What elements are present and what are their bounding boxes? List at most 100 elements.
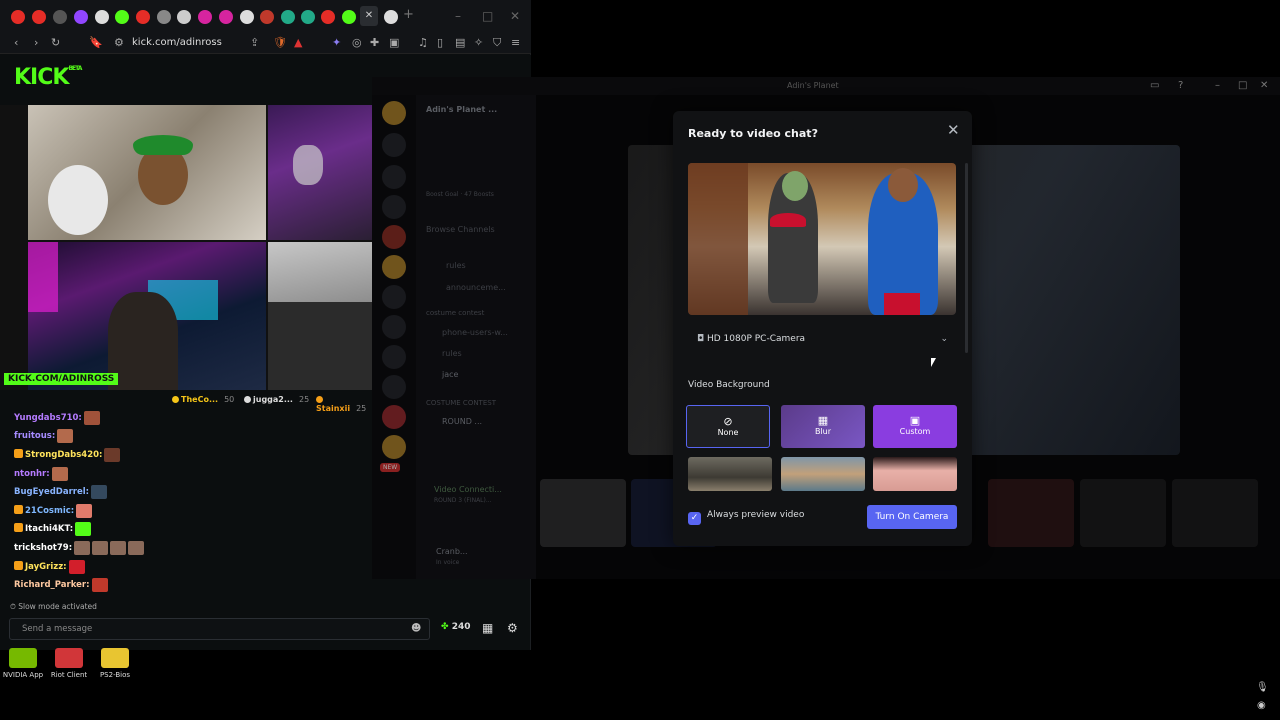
minimize-button[interactable]: – <box>1215 80 1220 91</box>
server-icon[interactable] <box>382 133 406 157</box>
voice-channel[interactable]: ROUND ... <box>442 417 482 426</box>
channel-item[interactable]: announceme... <box>446 283 506 292</box>
chat-username[interactable]: fruitous: <box>14 431 55 441</box>
close-button[interactable]: ✕ <box>510 9 520 23</box>
server-icon[interactable] <box>382 375 406 399</box>
chat-username[interactable]: Richard_Parker: <box>14 580 90 590</box>
extension-icon[interactable]: ◎ <box>352 37 362 49</box>
gifter-item[interactable]: jugga2... 25 <box>244 395 309 404</box>
tab-instagram-icon[interactable] <box>198 10 212 24</box>
tab-icon[interactable] <box>157 10 171 24</box>
vpn-icon[interactable]: ⛉ <box>493 37 501 49</box>
media-icon[interactable]: ♫ <box>418 37 428 49</box>
participant-tile[interactable] <box>1172 479 1258 547</box>
server-icon[interactable] <box>382 405 406 429</box>
extensions-puzzle-icon[interactable]: ✚ <box>370 37 379 49</box>
server-icon[interactable] <box>382 345 406 369</box>
chat-username[interactable]: 21Cosmic: <box>25 506 74 516</box>
bg-option-none[interactable]: ⊘ None <box>686 405 770 448</box>
kick-logo[interactable]: KICKBETA <box>14 65 82 90</box>
channel-category[interactable]: costume contest <box>426 309 484 317</box>
tab-twitch-icon[interactable] <box>74 10 88 24</box>
participant-tile[interactable] <box>988 479 1074 547</box>
bg-option-custom[interactable]: ▣ Custom <box>873 405 957 448</box>
bg-preset-image[interactable] <box>781 457 865 491</box>
sidebar-icon[interactable]: ▯ <box>437 37 443 49</box>
microphone-icon[interactable]: 🎙 <box>1256 682 1269 693</box>
server-icon[interactable] <box>382 165 406 189</box>
gifter-item[interactable]: TheCo... 50 <box>172 395 234 404</box>
server-icon[interactable] <box>382 255 406 279</box>
channel-item[interactable]: phone-users-w... <box>442 328 508 337</box>
server-icon[interactable] <box>382 315 406 339</box>
chat-username[interactable]: ntonhr: <box>14 469 50 479</box>
participant-tile[interactable] <box>1080 479 1166 547</box>
tab-icon[interactable] <box>281 10 295 24</box>
modal-scrollbar[interactable] <box>965 163 968 353</box>
bg-option-blur[interactable]: ▦ Blur <box>781 405 865 448</box>
tab-icon[interactable] <box>95 10 109 24</box>
close-button[interactable]: ✕ <box>1260 80 1268 91</box>
tab-icon[interactable] <box>301 10 315 24</box>
tab-icon[interactable] <box>260 10 274 24</box>
tab-youtube-icon[interactable] <box>321 10 335 24</box>
chat-username[interactable]: Itachi4KT: <box>25 524 73 534</box>
chat-settings-icon[interactable]: ⚙ <box>507 621 518 635</box>
turn-on-camera-button[interactable]: Turn On Camera <box>867 505 957 529</box>
tab-icon[interactable] <box>53 10 67 24</box>
tab-youtube-icon[interactable] <box>11 10 25 24</box>
server-icon[interactable] <box>382 225 406 249</box>
tab-icon[interactable] <box>115 10 129 24</box>
chat-username[interactable]: JayGrizz: <box>25 562 67 572</box>
emoji-icon[interactable]: ☻ <box>411 623 421 634</box>
always-preview-checkbox[interactable]: ✓ Always preview video <box>688 509 804 525</box>
tab-icon[interactable] <box>384 10 398 24</box>
tab-icon[interactable] <box>240 10 254 24</box>
tab-youtube-icon[interactable] <box>136 10 150 24</box>
chat-username[interactable]: trickshot79: <box>14 543 72 553</box>
inbox-icon[interactable]: ▭ <box>1150 80 1159 91</box>
minimize-button[interactable]: – <box>455 9 461 23</box>
server-icon[interactable] <box>382 435 406 459</box>
stream-player[interactable]: KICK.COM/ADINROSS <box>0 105 372 390</box>
tab-close-icon[interactable]: ✕ <box>360 6 378 26</box>
help-icon[interactable]: ? <box>1178 80 1183 91</box>
gift-icon[interactable]: ▦ <box>482 621 493 635</box>
camera-select[interactable]: ◘ HD 1080P PC-Camera ⌄ <box>688 329 956 349</box>
server-icon[interactable] <box>382 101 406 125</box>
tab-icon[interactable] <box>177 10 191 24</box>
reload-icon[interactable]: ↻ <box>51 37 60 49</box>
share-icon[interactable]: ⇪ <box>250 37 259 49</box>
chat-input[interactable]: Send a message <box>9 618 430 640</box>
tray-icon[interactable]: ◉ <box>1257 700 1266 711</box>
bg-preset-image[interactable] <box>688 457 772 491</box>
brave-shields-icon[interactable]: 🛡 <box>273 37 287 49</box>
forward-icon[interactable]: › <box>34 37 38 49</box>
brave-rewards-icon[interactable]: ▲ <box>294 37 302 49</box>
tab-kick-icon[interactable] <box>342 10 356 24</box>
channel-points[interactable]: ✤ 240 <box>441 622 470 632</box>
maximize-button[interactable]: □ <box>1238 80 1247 91</box>
server-name[interactable]: Adin's Planet ... <box>426 105 497 114</box>
site-settings-icon[interactable]: ⚙ <box>114 37 124 49</box>
server-icon[interactable] <box>382 195 406 219</box>
bg-preset-image[interactable] <box>873 457 957 491</box>
new-tab-icon[interactable]: + <box>403 8 417 22</box>
tab-instagram-icon[interactable] <box>219 10 233 24</box>
chat-username[interactable]: Yungdabs710: <box>14 413 82 423</box>
extension-icon[interactable]: ✦ <box>332 37 341 49</box>
chat-username[interactable]: BugEyedDarrel: <box>14 487 89 497</box>
back-icon[interactable]: ‹ <box>14 37 18 49</box>
browse-channels[interactable]: Browse Channels <box>426 225 495 234</box>
bookmark-icon[interactable]: 🔖 <box>89 37 103 49</box>
channel-item[interactable]: jace <box>442 370 458 379</box>
desktop-icon-ps2bios[interactable]: PS2-Bios <box>87 648 143 679</box>
leo-icon[interactable]: ✧ <box>474 37 483 49</box>
participant-tile[interactable] <box>540 479 626 547</box>
server-icon[interactable] <box>382 285 406 309</box>
chat-username[interactable]: StrongDabs420: <box>25 450 102 460</box>
channel-category[interactable]: COSTUME CONTEST <box>426 399 496 407</box>
extension-icon[interactable]: ▣ <box>389 37 399 49</box>
tab-icon[interactable] <box>32 10 46 24</box>
menu-icon[interactable]: ≡ <box>511 37 520 49</box>
